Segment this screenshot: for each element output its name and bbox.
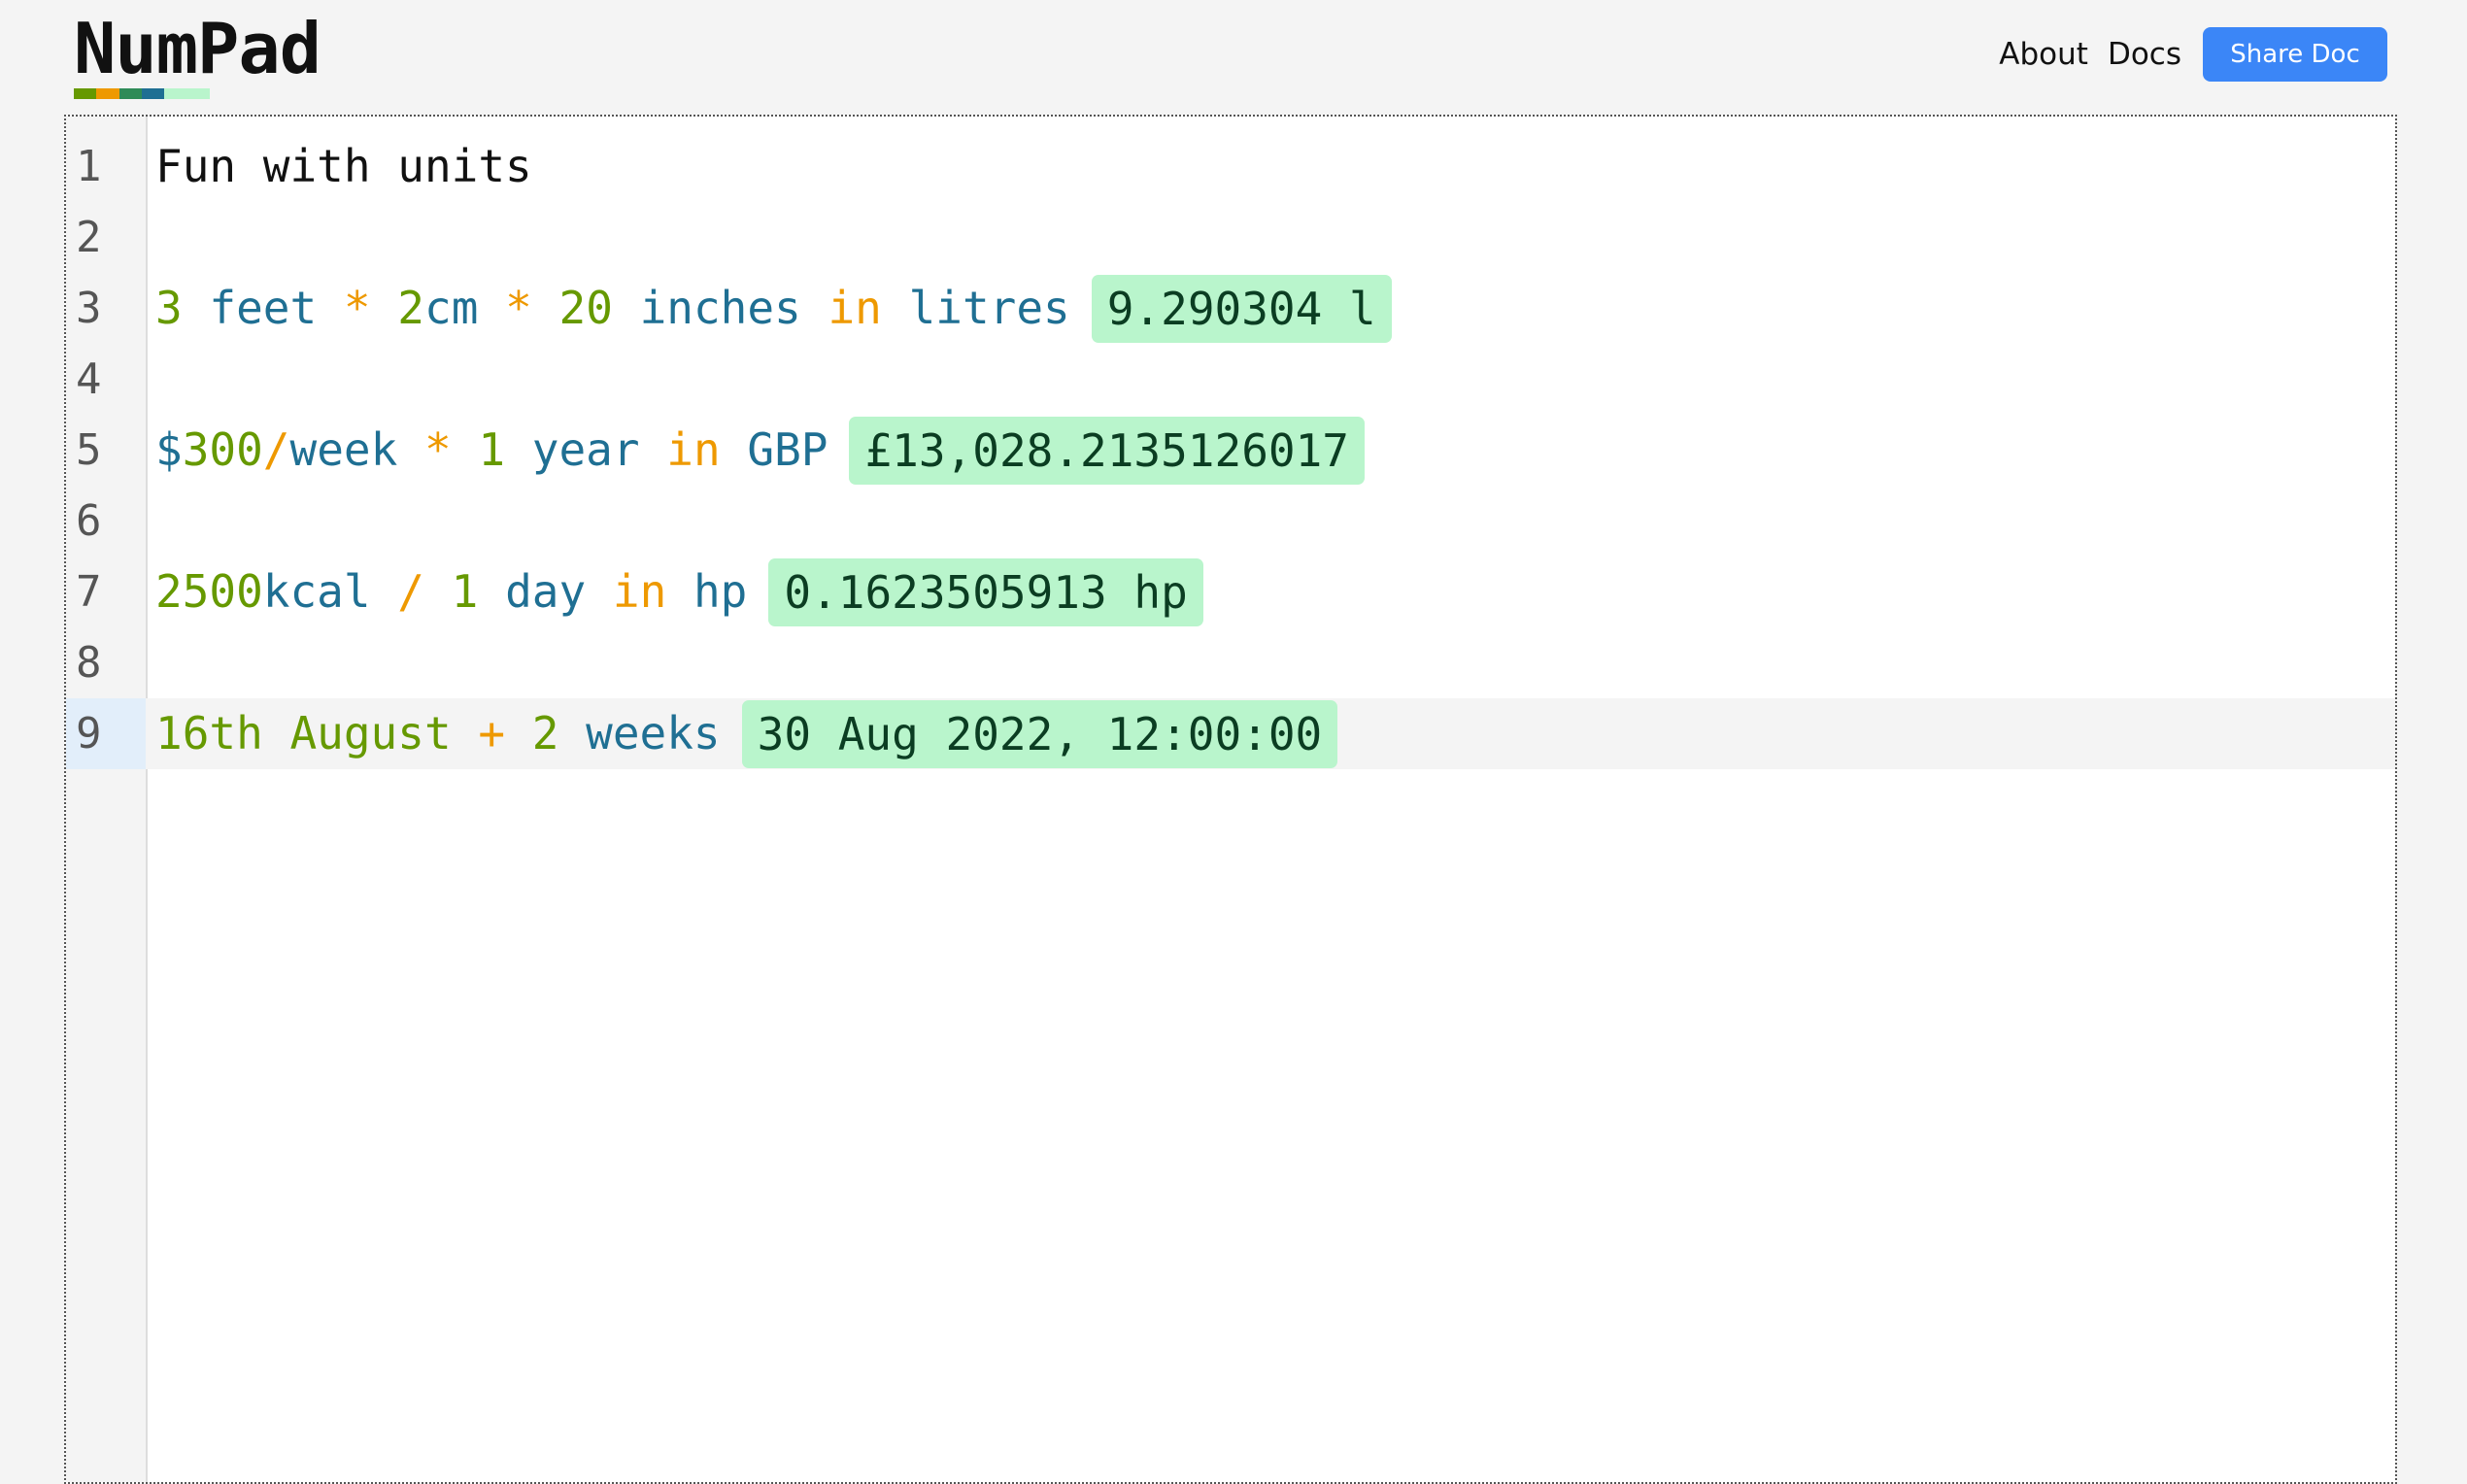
- token-unit: GBP: [747, 423, 828, 476]
- logo-text: NumPad: [74, 8, 321, 89]
- token-num: 2: [397, 282, 424, 334]
- line-content[interactable]: Fun with units: [155, 131, 532, 202]
- result-badge: 30 Aug 2022, 12:00:00: [741, 699, 1338, 768]
- editor-line[interactable]: 9 16th August + 2 weeks 30 Aug 2022, 12:00…: [66, 698, 2395, 769]
- line-number: 6: [76, 496, 102, 546]
- top-bar: NumPad About Docs Share Doc: [0, 0, 2467, 115]
- token-num: 300: [182, 423, 263, 476]
- line-content[interactable]: 16th August + 2 weeks 30 Aug 2022, 12:00:…: [155, 698, 1338, 769]
- token-num: 20: [558, 282, 613, 334]
- token-unit: day: [505, 565, 587, 618]
- result-badge: 0.1623505913 hp: [768, 557, 1203, 626]
- result-badge: £13,028.2135126017: [849, 416, 1365, 485]
- token-op: in: [666, 423, 721, 476]
- token-op: +: [478, 707, 506, 759]
- editor-line[interactable]: 7 2500 kcal / 1 day in hp 0.1623505913 hp: [66, 556, 2395, 627]
- editor-line[interactable]: 6: [66, 486, 2395, 556]
- editor-lines: 1 Fun with units 2 3 3 feet * 2 cm * 20 inche…: [66, 131, 2395, 769]
- token-unit: inches: [639, 282, 801, 334]
- token-op: in: [828, 282, 882, 334]
- share-doc-button[interactable]: Share Doc: [2203, 27, 2387, 82]
- token-num: 2: [531, 707, 559, 759]
- line-number: 4: [76, 354, 102, 404]
- editor-line[interactable]: 8: [66, 627, 2395, 698]
- editor-line[interactable]: 4: [66, 344, 2395, 415]
- editor-line[interactable]: 5 $300/week * 1 year in GBP £13,028.213512…: [66, 415, 2395, 486]
- token-unit: year: [531, 423, 640, 476]
- logo-bar-segment: [74, 88, 97, 99]
- logo-bar-segment: [118, 88, 142, 99]
- token-num: 16th August: [155, 707, 452, 759]
- logo-bar-segment: [96, 88, 119, 99]
- token-plain: Fun with units: [155, 140, 532, 192]
- nav-docs-link[interactable]: Docs: [2108, 27, 2181, 82]
- token-op: *: [505, 282, 532, 334]
- editor-line[interactable]: 2: [66, 202, 2395, 273]
- token-unit: week: [289, 423, 398, 476]
- token-num: 2500: [155, 565, 263, 618]
- result-badge: 9.290304 l: [1091, 274, 1392, 343]
- token-unit: feet: [209, 282, 318, 334]
- logo-bar-segment: [164, 88, 187, 99]
- token-unit: litres: [908, 282, 1070, 334]
- token-op: in: [612, 565, 667, 618]
- line-number: 7: [76, 567, 102, 617]
- token-op: *: [343, 282, 371, 334]
- token-op: /: [262, 423, 290, 476]
- line-content[interactable]: 2500 kcal / 1 day in hp 0.1623505913 hp: [155, 556, 1203, 627]
- top-nav: About Docs Share Doc: [1999, 27, 2387, 82]
- token-num: 1: [478, 423, 506, 476]
- editor-line[interactable]: 1 Fun with units: [66, 131, 2395, 202]
- line-number: 3: [76, 284, 102, 333]
- token-op: /: [397, 565, 424, 618]
- logo-bar-segment: [186, 88, 210, 99]
- line-number: 1: [76, 142, 102, 191]
- logo[interactable]: NumPad: [74, 12, 321, 99]
- line-number: 9: [66, 698, 146, 769]
- line-number: 8: [76, 638, 102, 688]
- token-unit: $: [155, 423, 183, 476]
- logo-bar-segment: [141, 88, 165, 99]
- token-num: 1: [451, 565, 479, 618]
- token-unit: hp: [693, 565, 748, 618]
- line-number: 2: [76, 213, 102, 262]
- token-num: 3: [155, 282, 183, 334]
- token-unit: weeks: [586, 707, 721, 759]
- editor[interactable]: 1 Fun with units 2 3 3 feet * 2 cm * 20 inche…: [64, 115, 2397, 1484]
- line-content[interactable]: 3 feet * 2 cm * 20 inches in litres 9.2903…: [155, 273, 1392, 344]
- line-content[interactable]: $300/week * 1 year in GBP £13,028.2135126…: [155, 415, 1365, 486]
- token-op: *: [423, 423, 452, 476]
- line-number: 5: [76, 425, 102, 475]
- token-unit: cm: [424, 282, 479, 334]
- nav-about-link[interactable]: About: [1999, 27, 2088, 82]
- token-unit: kcal: [262, 565, 371, 618]
- logo-color-bar: [74, 88, 210, 99]
- editor-line[interactable]: 3 3 feet * 2 cm * 20 inches in litres 9.290…: [66, 273, 2395, 344]
